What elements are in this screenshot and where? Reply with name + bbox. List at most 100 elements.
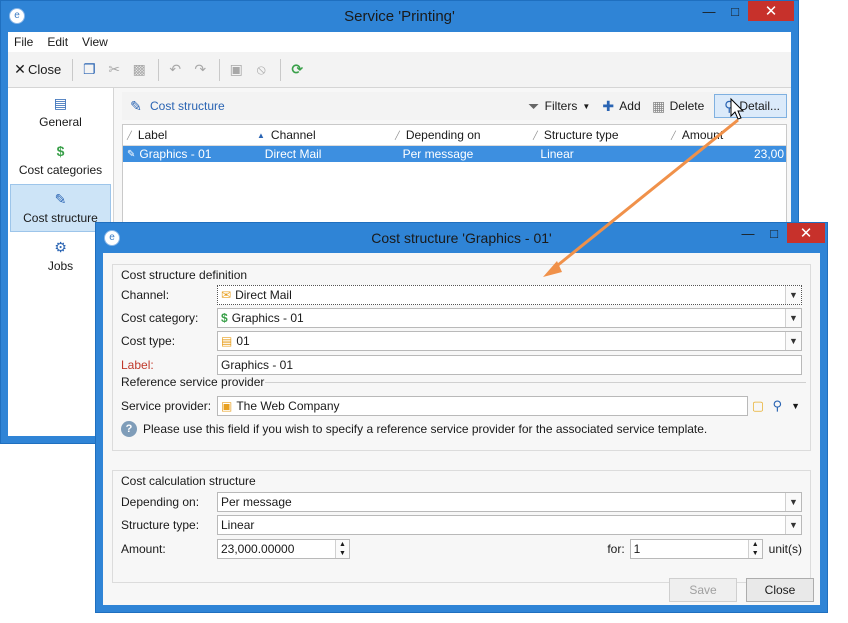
depending-on-select[interactable]: Per message ▼ xyxy=(217,492,802,512)
undo-button[interactable]: ↶ xyxy=(167,61,183,78)
sidebar-item-label: Cost structure xyxy=(23,211,98,225)
help-icon: ? xyxy=(121,421,137,437)
sidebar-item-general[interactable]: ▤ General xyxy=(10,88,111,136)
chevron-down-icon[interactable]: ▼ xyxy=(791,401,800,411)
toolbar-close-button[interactable]: ✕ Close xyxy=(12,61,61,78)
structure-type-row: Structure type: Linear ▼ xyxy=(121,515,802,535)
minimize-button[interactable]: — xyxy=(735,223,761,243)
column-header-channel[interactable]: ▲ Channel xyxy=(253,128,391,142)
cut-button[interactable]: ✂ xyxy=(106,61,122,78)
cost-category-row: Cost category: $ Graphics - 01 ▼ xyxy=(121,308,802,328)
channel-label: Channel: xyxy=(121,288,170,302)
menu-view[interactable]: View xyxy=(82,35,108,49)
add-icon: ✚ xyxy=(602,97,615,114)
delete-button[interactable]: ▦ Delete xyxy=(651,98,704,114)
menu-edit[interactable]: Edit xyxy=(47,35,68,49)
save-toolbar-button[interactable]: ▣ xyxy=(228,61,244,78)
definition-group: Cost structure definition Channel: ✉ Dir… xyxy=(112,264,811,451)
folder-icon[interactable]: ▢ xyxy=(752,398,764,414)
copy-button[interactable]: ❐ xyxy=(81,61,97,78)
undo-icon: ↶ xyxy=(169,61,182,77)
for-spinner[interactable]: ▲ ▼ xyxy=(747,540,762,558)
toolbar-separator xyxy=(158,58,160,81)
filters-button[interactable]: ⏷ Filters ▼ xyxy=(526,97,590,114)
save-button[interactable]: Save xyxy=(669,578,737,602)
table-row[interactable]: ✎ Graphics - 01 Direct Mail Per message … xyxy=(123,146,786,162)
column-header-structure-type[interactable]: ╱ Structure type xyxy=(529,128,667,142)
amount-spinner[interactable]: ▲ ▼ xyxy=(335,540,349,558)
column-header-label[interactable]: ╱ Label xyxy=(123,128,253,142)
dialog-window-controls: — □ ✕ xyxy=(735,223,825,243)
channel-select[interactable]: ✉ Direct Mail ▼ xyxy=(217,285,802,305)
detail-button[interactable]: ⚲ Detail... xyxy=(714,94,787,118)
provider-icon: ▣ xyxy=(221,399,233,413)
cost-type-select[interactable]: ▤ 01 ▼ xyxy=(217,331,802,351)
cancel-toolbar-button[interactable]: ⦸ xyxy=(253,61,269,78)
column-header-amount[interactable]: ╱ Amount xyxy=(667,128,777,142)
dialog-titlebar: e Cost structure 'Graphics - 01' — □ ✕ xyxy=(96,223,827,253)
spin-up-icon[interactable]: ▲ xyxy=(339,540,346,549)
search-icon: ⚲ xyxy=(724,97,735,114)
for-value: 1 xyxy=(633,542,641,556)
label-value: Graphics - 01 xyxy=(221,358,294,372)
sidebar-item-cost-categories[interactable]: $ Cost categories xyxy=(10,136,111,184)
toolbar-separator xyxy=(219,58,221,81)
chevron-down-icon: ▼ xyxy=(785,332,801,350)
maximize-button[interactable]: □ xyxy=(722,1,748,21)
minimize-button[interactable]: — xyxy=(696,1,722,21)
for-input[interactable]: 1 ▲ ▼ xyxy=(629,539,763,559)
sidebar-item-label: General xyxy=(39,115,82,129)
redo-icon: ↷ xyxy=(194,61,207,77)
chevron-down-icon: ▼ xyxy=(785,309,801,327)
spin-down-icon[interactable]: ▼ xyxy=(752,549,759,558)
dialog-close-x-button[interactable]: ✕ xyxy=(787,223,825,243)
toolbar-separator xyxy=(280,58,282,81)
paste-button[interactable]: ▩ xyxy=(131,61,147,78)
column-label: Channel xyxy=(270,128,316,142)
channel-row: Channel: ✉ Direct Mail ▼ xyxy=(121,285,802,305)
column-header-depending-on[interactable]: ╱ Depending on xyxy=(391,128,529,142)
label-input[interactable]: Graphics - 01 xyxy=(217,355,802,375)
sidebar-item-label: Cost categories xyxy=(18,163,103,177)
structure-type-label: Structure type: xyxy=(121,518,200,532)
amount-value: 23,000.00000 xyxy=(221,542,295,556)
menubar: File Edit View xyxy=(8,32,791,52)
structure-type-select[interactable]: Linear ▼ xyxy=(217,515,802,535)
maximize-button[interactable]: □ xyxy=(761,223,787,243)
close-button[interactable]: Close xyxy=(746,578,814,602)
chevron-down-icon: ▼ xyxy=(785,286,801,304)
cost-type-value: 01 xyxy=(236,334,250,348)
dollar-icon: $ xyxy=(56,143,65,159)
filters-label: Filters xyxy=(544,99,578,113)
depending-on-value: Per message xyxy=(221,495,292,509)
amount-input[interactable]: 23,000.00000 ▲ ▼ xyxy=(217,539,350,559)
chevron-down-icon: ▼ xyxy=(785,516,801,534)
search-icon[interactable]: ⚲ xyxy=(772,398,782,414)
window-title: Service 'Printing' xyxy=(344,8,455,25)
menu-file[interactable]: File xyxy=(14,35,33,49)
funnel-icon: ⏷ xyxy=(528,97,540,114)
app-icon: e xyxy=(104,230,120,246)
refresh-button[interactable]: ⟳ xyxy=(289,61,305,78)
sidebar-item-label: Jobs xyxy=(47,259,74,273)
list-toolbar: ✎ Cost structure ⏷ Filters ▼ ✚ Add ▦ Del… xyxy=(122,92,787,120)
help-text: Please use this field if you wish to spe… xyxy=(143,422,708,436)
window-close-button[interactable]: ✕ xyxy=(748,1,794,21)
redo-button[interactable]: ↷ xyxy=(192,61,208,78)
service-provider-value: The Web Company xyxy=(236,399,340,413)
cell-label: ✎ Graphics - 01 xyxy=(123,147,261,161)
list-actions: ⏷ Filters ▼ ✚ Add ▦ Delete ⚲ Detail... xyxy=(516,94,787,118)
cost-category-select[interactable]: $ Graphics - 01 ▼ xyxy=(217,308,802,328)
add-button[interactable]: ✚ Add xyxy=(600,98,640,114)
reference-heading: Reference service provider xyxy=(121,375,265,389)
detail-label: Detail... xyxy=(739,99,780,113)
channel-value: Direct Mail xyxy=(235,288,292,302)
depending-on-label: Depending on: xyxy=(121,495,200,509)
service-provider-input[interactable]: ▣ The Web Company xyxy=(217,396,748,416)
refresh-icon: ⟳ xyxy=(291,61,304,77)
column-label: Label xyxy=(137,128,168,142)
spin-up-icon[interactable]: ▲ xyxy=(752,540,759,549)
main-toolbar: ✕ Close ❐ ✂ ▩ ↶ ↷ ▣ ⦸ ⟳ xyxy=(8,52,791,88)
spin-down-icon[interactable]: ▼ xyxy=(339,549,346,558)
calculation-heading: Cost calculation structure xyxy=(121,474,256,488)
